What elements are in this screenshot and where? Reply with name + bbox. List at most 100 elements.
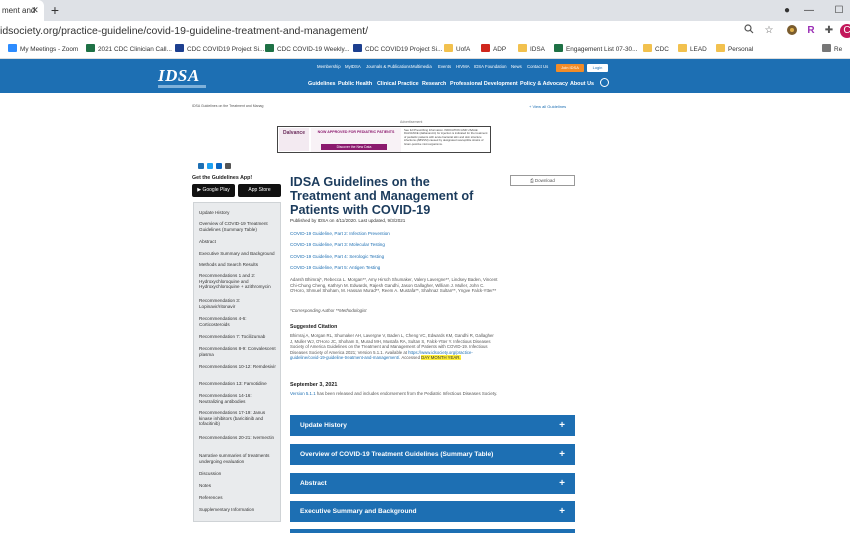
version-link[interactable]: Version 5.1.1 <box>290 391 316 396</box>
ad-label: Advertisement <box>400 120 423 124</box>
accordion-summary-table[interactable]: Overview of COVID-19 Treatment Guideline… <box>290 444 575 465</box>
facebook-icon[interactable] <box>198 163 204 169</box>
accordion-label: Executive Summary and Background <box>300 508 417 515</box>
related-guideline-link[interactable]: COVID-19 Guideline, Part 4: Serologic Te… <box>290 254 384 259</box>
side-nav-item[interactable]: Recommendations 17-19: Janus kinase inhi… <box>199 410 277 427</box>
idsa-logo[interactable]: IDSA <box>158 66 208 86</box>
expand-plus-icon: + <box>559 420 565 431</box>
linkedin-icon[interactable] <box>216 163 222 169</box>
side-nav-item[interactable]: Overview of COVID-19 Treatment Guideline… <box>199 221 277 232</box>
bookmark-item[interactable]: IDSA <box>518 41 545 59</box>
breadcrumb[interactable]: IDSA Guidelines on the Treatment and Man… <box>192 104 263 108</box>
citation-text: Bhimraj A, Morgan RL, Shumaker AH, Laver… <box>290 333 497 361</box>
main-nav-about-us[interactable]: About Us <box>570 81 594 87</box>
side-nav-item[interactable]: Recommendation 7: Tocilizumab <box>199 334 277 340</box>
util-nav-contact[interactable]: Contact Us <box>527 64 548 69</box>
util-nav-hivma[interactable]: HIVMA <box>456 64 470 69</box>
util-nav-membership[interactable]: Membership <box>317 64 341 69</box>
bookmark-item[interactable]: UofA <box>444 41 470 59</box>
main-nav-research[interactable]: Research <box>422 81 446 87</box>
related-guideline-link[interactable]: COVID-19 Guideline, Part 2: Infection Pr… <box>290 231 390 236</box>
bookmark-item[interactable]: CDC COVID19 Project Si... <box>175 41 264 59</box>
profile-extension-icon[interactable]: R <box>804 24 818 38</box>
side-nav-item[interactable]: Recommendations 10-12: Remdesivir <box>199 364 277 370</box>
side-nav-item[interactable]: Discussion <box>199 471 277 477</box>
main-nav-guidelines[interactable]: Guidelines <box>308 81 336 87</box>
bookmark-item[interactable]: My Meetings - Zoom <box>8 41 78 59</box>
accordion-next[interactable] <box>290 529 575 533</box>
bookmark-item[interactable]: Engagement List 07-30... <box>554 41 637 59</box>
related-guideline-link[interactable]: COVID-19 Guideline, Part 5: Antigen Test… <box>290 265 380 270</box>
ad-cta-button[interactable]: Discover the New Data <box>321 144 387 150</box>
zoom-search-icon[interactable] <box>742 24 756 38</box>
join-idsa-button[interactable]: Join IDSA <box>556 64 584 72</box>
bookmark-item[interactable]: ADP <box>481 41 506 59</box>
accordion-abstract[interactable]: Abstract + <box>290 473 575 494</box>
main-nav-clinical-practice[interactable]: Clinical Practice <box>377 81 419 87</box>
side-nav-item[interactable]: Abstract <box>199 239 277 245</box>
main-nav-public-health[interactable]: Public Health <box>338 81 372 87</box>
close-tab-icon[interactable]: ✕ <box>30 5 40 15</box>
page-title: IDSA Guidelines on the Treatment and Man… <box>290 175 474 218</box>
advertisement-banner[interactable]: Dalvance NOW APPROVED FOR PEDIATRIC PATI… <box>277 126 491 153</box>
util-nav-news[interactable]: News <box>511 64 522 69</box>
app-store-button[interactable]: App Store <box>238 184 281 197</box>
accordion-executive-summary[interactable]: Executive Summary and Background + <box>290 501 575 522</box>
accordion-update-history[interactable]: Update History + <box>290 415 575 436</box>
bookmark-item[interactable]: 2021 CDC Clinician Call... <box>86 41 172 59</box>
util-nav-multimedia[interactable]: Multimedia <box>411 64 432 69</box>
view-all-guidelines-link[interactable]: + View all Guidelines <box>529 104 566 109</box>
side-nav-item[interactable]: References <box>199 495 277 501</box>
new-tab-icon[interactable]: + <box>48 3 62 17</box>
address-bar[interactable]: idsociety.org/practice-guideline/covid-1… <box>0 21 735 41</box>
side-nav-item[interactable]: Notes <box>199 483 277 489</box>
util-nav-myidsa[interactable]: MyIDSA <box>345 64 361 69</box>
browser-tab-strip: ment and ✕ + ● — ☐ <box>0 0 850 21</box>
side-nav-item[interactable]: Executive Summary and Background <box>199 251 277 257</box>
side-nav-item[interactable]: Recommendations 1 and 2: Hydroxychloroqu… <box>199 273 277 290</box>
google-play-button[interactable]: ▶ Google Play <box>192 184 235 197</box>
main-nav-policy-advocacy[interactable]: Policy & Advocacy <box>520 81 568 87</box>
bookmark-item[interactable]: Personal <box>716 41 753 59</box>
side-nav-item[interactable]: Update History <box>199 210 277 216</box>
bookmark-star-icon[interactable]: ☆ <box>762 24 776 38</box>
maximize-icon[interactable]: ☐ <box>832 4 846 17</box>
side-nav-item[interactable]: Methods and Search Results <box>199 262 277 268</box>
folder-icon <box>678 44 687 52</box>
twitter-icon[interactable] <box>207 163 213 169</box>
side-nav-item[interactable]: Recommendations 8-9: Convalescent plasma <box>199 346 277 357</box>
util-nav-journals[interactable]: Journals & Publications <box>366 64 411 69</box>
side-nav-item[interactable]: Recommendations 20-21: Ivermectin <box>199 435 277 441</box>
extension-icon[interactable] <box>785 24 799 38</box>
download-button[interactable]: ⎙ Download <box>510 175 575 186</box>
util-nav-events[interactable]: Events <box>438 64 451 69</box>
side-nav-item[interactable]: Narrative summaries of treatments underg… <box>199 453 277 464</box>
related-guideline-link[interactable]: COVID-19 Guideline, Part 3: Molecular Te… <box>290 242 385 247</box>
main-nav-professional-development[interactable]: Professional Development <box>450 81 518 87</box>
folder-icon <box>643 44 652 52</box>
puzzle-icon[interactable]: ✚ <box>822 24 836 38</box>
side-nav-item[interactable]: Recommendation 3: Lopinavir/ritonavir <box>199 298 277 309</box>
app-promo-label: Get the Guidelines App! <box>192 175 253 181</box>
published-date: Published by IDSA on 4/11/2020. Last upd… <box>290 218 406 223</box>
side-nav-item[interactable]: Recommendation 13: Famotidine <box>199 381 277 387</box>
accordion-label: Abstract <box>300 480 327 487</box>
avatar[interactable]: C <box>840 24 850 38</box>
author-footnote: *Corresponding Author **Methodologist <box>290 308 367 313</box>
search-icon[interactable] <box>600 78 609 87</box>
tab-search-icon[interactable]: ● <box>780 4 794 17</box>
ad-brand: Dalvance <box>279 128 309 151</box>
bookmark-item[interactable]: LEAD <box>678 41 707 59</box>
login-button[interactable]: Login <box>587 64 608 72</box>
bookmark-item[interactable]: CDC COVID-19 Weekly... <box>265 41 350 59</box>
util-nav-foundation[interactable]: IDSA Foundation <box>474 64 507 69</box>
side-nav-item[interactable]: Recommendations 14-16: Neutralizing anti… <box>199 393 277 404</box>
bookmark-item[interactable]: CDC <box>643 41 669 59</box>
reading-list[interactable]: Re <box>822 41 842 59</box>
minimize-icon[interactable]: — <box>802 4 816 17</box>
bookmark-item[interactable]: CDC COVID19 Project Si... <box>353 41 442 59</box>
email-icon[interactable] <box>225 163 231 169</box>
side-nav-item[interactable]: Recommendations 4-6: Corticosteroids <box>199 316 277 327</box>
side-nav-item[interactable]: Supplementary Information <box>199 507 277 513</box>
update-note: Version 5.1.1 has been released and incl… <box>290 391 505 397</box>
